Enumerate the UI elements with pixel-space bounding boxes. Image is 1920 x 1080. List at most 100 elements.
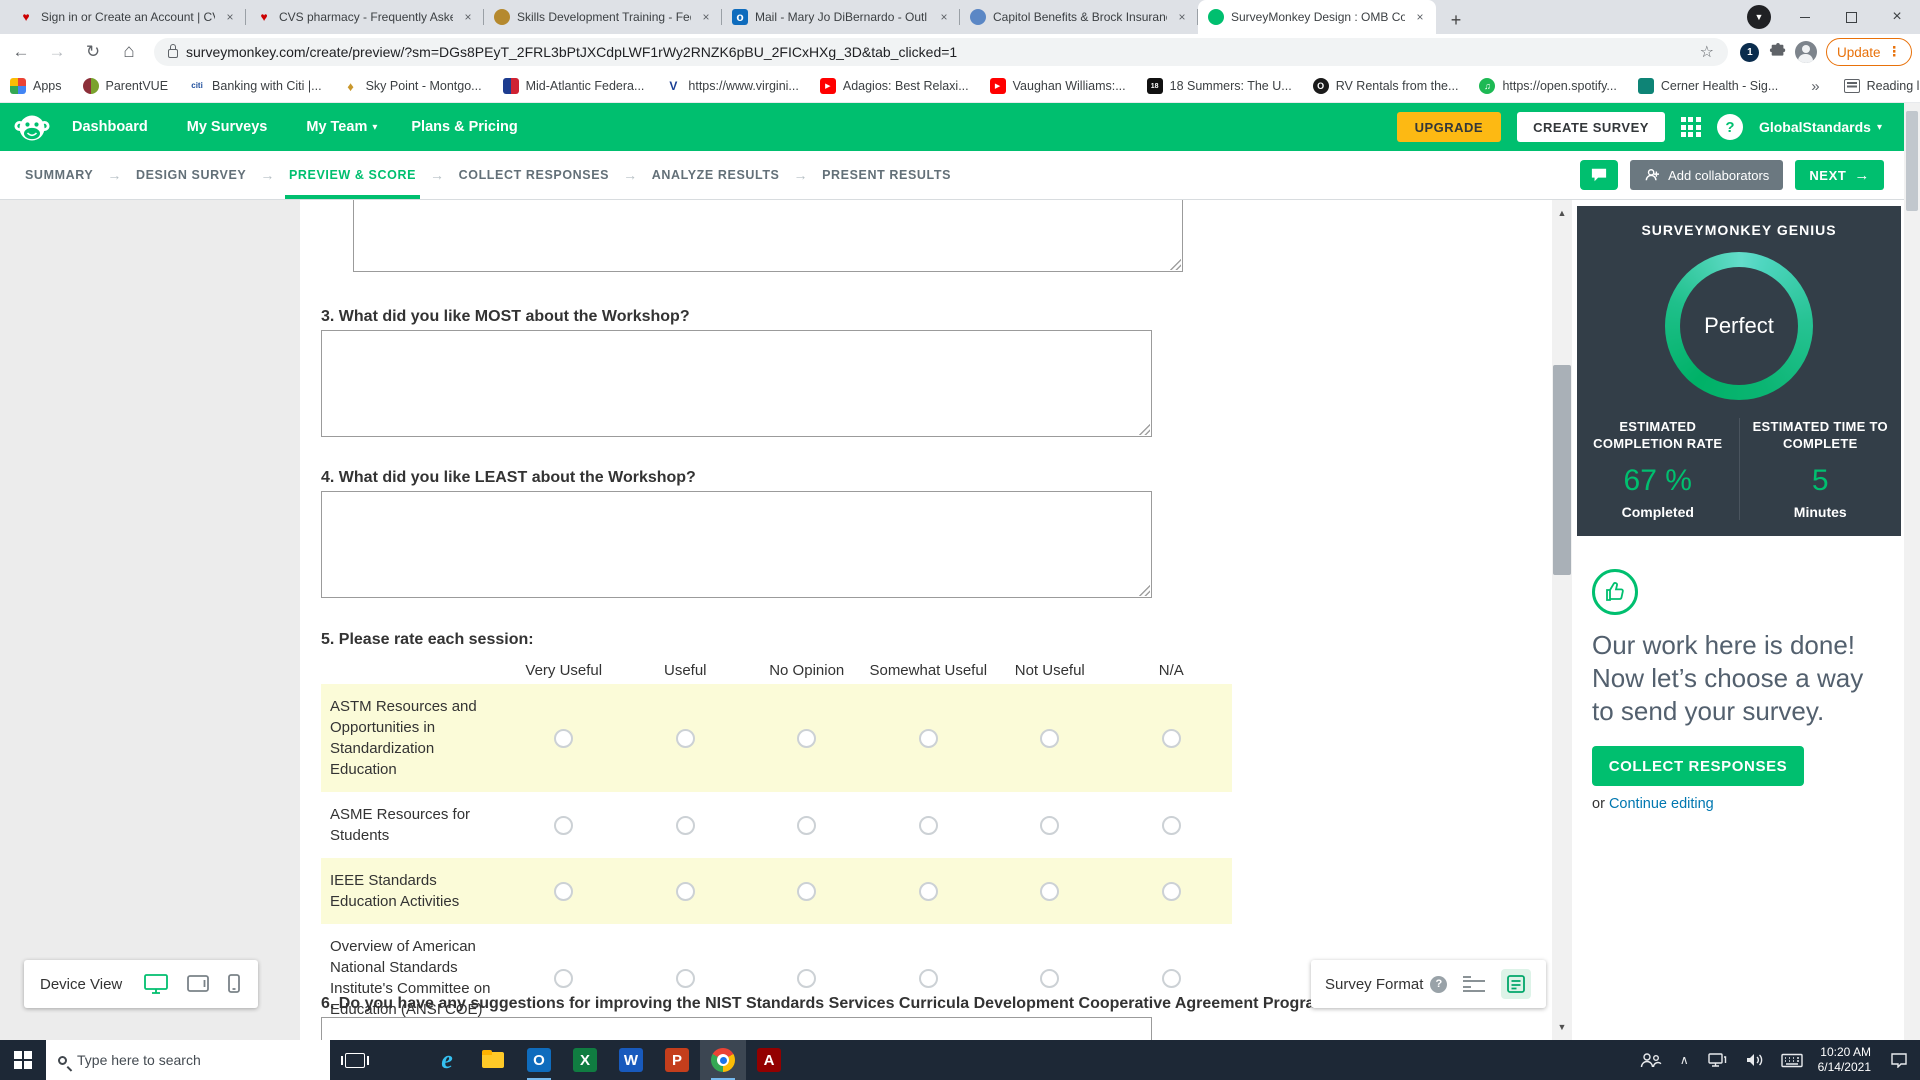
tab-skills-training[interactable]: Skills Development Training - Fed: [484, 0, 722, 34]
radio-button[interactable]: [1040, 816, 1059, 835]
tab-cvs-pharmacy[interactable]: ♥ CVS pharmacy - Frequently Aske: [246, 0, 484, 34]
word-icon[interactable]: W: [608, 1040, 654, 1080]
bookmark-parentvue[interactable]: ParentVUE: [83, 78, 169, 94]
taskbar-search-input[interactable]: Type here to search: [46, 1040, 330, 1080]
step-preview-score[interactable]: PREVIEW & SCORE: [246, 151, 416, 199]
radio-button[interactable]: [1162, 729, 1181, 748]
bookmark-virginia[interactable]: V https://www.virgini...: [665, 78, 798, 94]
step-analyze-results[interactable]: ANALYZE RESULTS: [609, 151, 779, 199]
reload-icon[interactable]: [78, 37, 108, 67]
forward-icon[interactable]: [42, 37, 72, 67]
bookmark-midatlantic[interactable]: Mid-Atlantic Federa...: [503, 78, 645, 94]
tab-close-icon[interactable]: [1174, 9, 1190, 25]
internet-explorer-icon[interactable]: e: [424, 1040, 470, 1080]
q2-answer-textarea[interactable]: [353, 200, 1183, 272]
scrollbar-thumb[interactable]: [1553, 365, 1571, 575]
continue-editing-link[interactable]: Continue editing: [1609, 796, 1714, 812]
add-collaborators-button[interactable]: Add collaborators: [1630, 160, 1783, 190]
help-tooltip-icon[interactable]: [1430, 976, 1447, 993]
radio-button[interactable]: [676, 729, 695, 748]
taskbar-clock[interactable]: 10:20 AM 6/14/2021: [1812, 1045, 1881, 1075]
survey-scrollbar[interactable]: [1552, 200, 1572, 1040]
network-icon[interactable]: [1698, 1040, 1736, 1080]
restore-button[interactable]: [1828, 0, 1874, 34]
onepassword-extension-icon[interactable]: 1: [1736, 38, 1764, 66]
tab-capitol-benefits[interactable]: Capitol Benefits & Brock Insuranc: [960, 0, 1198, 34]
next-button[interactable]: NEXT: [1795, 160, 1884, 190]
radio-button[interactable]: [1162, 882, 1181, 901]
upgrade-button[interactable]: UPGRADE: [1397, 112, 1502, 142]
bookmark-citi[interactable]: citi Banking with Citi |...: [189, 78, 322, 94]
radio-button[interactable]: [1162, 816, 1181, 835]
tablet-device-icon[interactable]: [186, 974, 210, 994]
home-icon[interactable]: [114, 37, 144, 67]
step-present-results[interactable]: PRESENT RESULTS: [780, 151, 952, 199]
resize-grip-icon[interactable]: [1168, 257, 1181, 270]
new-tab-button[interactable]: [1442, 6, 1470, 34]
powerpoint-icon[interactable]: P: [654, 1040, 700, 1080]
radio-button[interactable]: [797, 729, 816, 748]
bookmark-adagios[interactable]: ▶ Adagios: Best Relaxi...: [820, 78, 969, 94]
page-scrollbar[interactable]: [1904, 103, 1920, 1040]
radio-button[interactable]: [919, 969, 938, 988]
tab-close-icon[interactable]: [936, 9, 952, 25]
url-omnibox[interactable]: surveymonkey.com/create/preview/?sm=DGs8…: [154, 38, 1728, 66]
tab-cvs-signin[interactable]: ♥ Sign in or Create an Account | CV: [8, 0, 246, 34]
q6-answer-textarea[interactable]: [321, 1017, 1152, 1040]
radio-button[interactable]: [676, 969, 695, 988]
touch-keyboard-icon[interactable]: [1772, 1040, 1812, 1080]
file-explorer-icon[interactable]: [470, 1040, 516, 1080]
overflow-menu-icon[interactable]: [1888, 44, 1902, 60]
radio-button[interactable]: [1040, 882, 1059, 901]
scroll-down-icon[interactable]: [1552, 1017, 1572, 1037]
resize-grip-icon[interactable]: [1137, 583, 1150, 596]
bookmark-vaughan[interactable]: ▶ Vaughan Williams:...: [990, 78, 1126, 94]
bookmark-spotify[interactable]: ♫ https://open.spotify...: [1479, 78, 1616, 94]
reading-list-button[interactable]: Reading list: [1844, 79, 1920, 93]
radio-button[interactable]: [797, 882, 816, 901]
q4-answer-textarea[interactable]: [321, 491, 1152, 598]
classic-format-icon[interactable]: [1461, 974, 1487, 994]
minimize-button[interactable]: [1782, 0, 1828, 34]
radio-button[interactable]: [919, 816, 938, 835]
excel-icon[interactable]: X: [562, 1040, 608, 1080]
media-control-icon[interactable]: [1736, 5, 1782, 29]
radio-button[interactable]: [676, 816, 695, 835]
chrome-icon[interactable]: [700, 1040, 746, 1080]
radio-button[interactable]: [554, 816, 573, 835]
bookmarks-overflow-icon[interactable]: [1811, 78, 1819, 95]
radio-button[interactable]: [1040, 729, 1059, 748]
app-grid-icon[interactable]: [1681, 117, 1701, 137]
task-view-icon[interactable]: [332, 1040, 378, 1080]
one-question-format-selected[interactable]: [1501, 969, 1531, 999]
account-menu[interactable]: GlobalStandards ▾: [1759, 119, 1882, 135]
people-icon[interactable]: [1631, 1040, 1671, 1080]
extensions-puzzle-icon[interactable]: [1764, 38, 1792, 66]
resize-grip-icon[interactable]: [1137, 422, 1150, 435]
profile-avatar[interactable]: [1792, 38, 1820, 66]
radio-button[interactable]: [1162, 969, 1181, 988]
close-button[interactable]: [1874, 0, 1920, 34]
hidden-icons-chevron[interactable]: [1671, 1040, 1698, 1080]
q3-answer-textarea[interactable]: [321, 330, 1152, 437]
radio-button[interactable]: [554, 882, 573, 901]
tab-close-icon[interactable]: [698, 9, 714, 25]
radio-button[interactable]: [919, 729, 938, 748]
bookmark-skypoint[interactable]: ♦ Sky Point - Montgo...: [343, 78, 482, 94]
start-button[interactable]: [0, 1040, 46, 1080]
nav-plans-pricing[interactable]: Plans & Pricing: [411, 119, 522, 135]
feedback-chat-button[interactable]: [1580, 160, 1618, 190]
step-summary[interactable]: SUMMARY: [25, 151, 93, 199]
bookmark-18summers[interactable]: 18 18 Summers: The U...: [1147, 78, 1292, 94]
radio-button[interactable]: [554, 729, 573, 748]
tab-close-icon[interactable]: [460, 9, 476, 25]
outlook-icon[interactable]: O: [516, 1040, 562, 1080]
url-text[interactable]: surveymonkey.com/create/preview/?sm=DGs8…: [186, 44, 1696, 60]
bookmark-star-icon[interactable]: [1696, 42, 1718, 62]
create-survey-button[interactable]: CREATE SURVEY: [1517, 112, 1665, 142]
radio-button[interactable]: [1040, 969, 1059, 988]
bookmark-rvrentals[interactable]: O RV Rentals from the...: [1313, 78, 1459, 94]
scroll-up-icon[interactable]: [1552, 203, 1572, 223]
step-collect-responses[interactable]: COLLECT RESPONSES: [416, 151, 609, 199]
desktop-device-icon[interactable]: [143, 973, 169, 995]
